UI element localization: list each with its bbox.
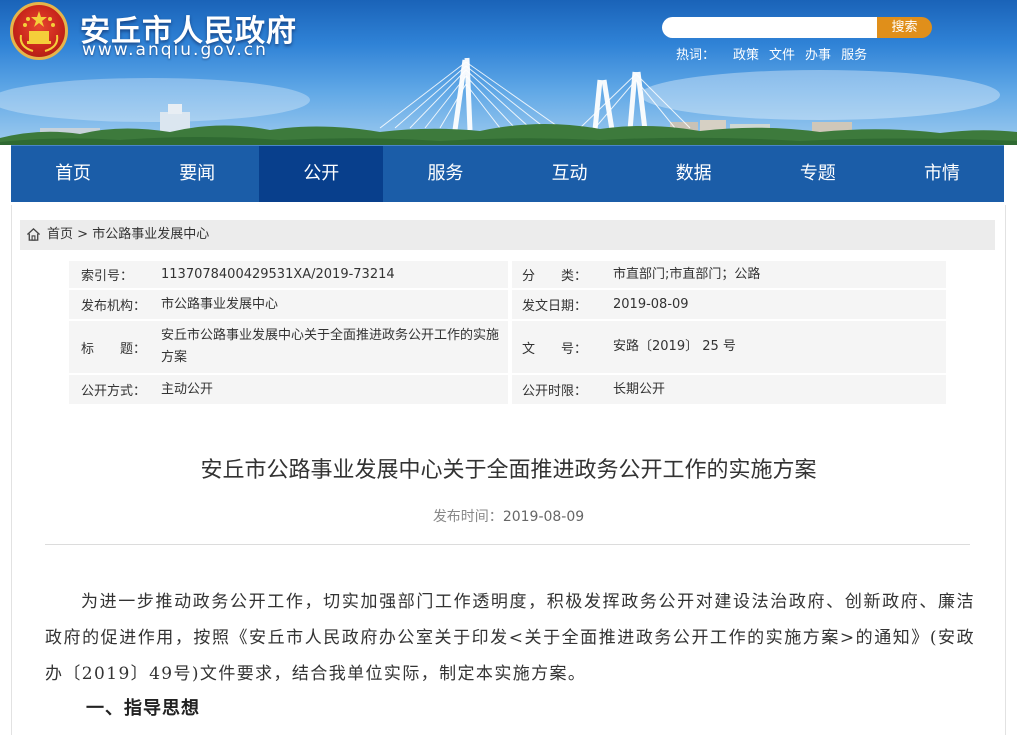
nav-item-disclosure[interactable]: 公开 xyxy=(259,146,384,202)
nav-item-news[interactable]: 要闻 xyxy=(135,146,259,202)
breadcrumb-separator: > xyxy=(77,227,89,242)
meta-label: 公开方式： xyxy=(69,375,151,406)
meta-period-value: 长期公开 xyxy=(603,375,946,406)
hot-words-label: 热词： xyxy=(676,48,716,63)
national-emblem-icon xyxy=(10,2,68,60)
meta-label: 公开时限： xyxy=(512,375,603,406)
hot-word-link[interactable]: 文件 xyxy=(769,48,795,63)
meta-title-value: 安丘市公路事业发展中心关于全面推进政务公开工作的实施方案 xyxy=(151,321,508,375)
site-header: 安丘市人民政府 www.anqiu.gov.cn 搜索 热词： 政策 文件 办事 服务 xyxy=(0,0,1017,145)
meta-label: 发文日期： xyxy=(512,290,603,321)
nav-item-city-info[interactable]: 市情 xyxy=(880,146,1004,202)
meta-category-value: 市直部门;市直部门；公路 xyxy=(603,261,946,290)
publish-time: 发布时间：2019-08-09 xyxy=(0,506,1017,526)
publish-time-value: 2019-08-09 xyxy=(502,509,585,525)
divider xyxy=(45,544,970,545)
publish-time-label: 发布时间： xyxy=(432,509,503,525)
hot-word-link[interactable]: 服务 xyxy=(841,48,867,63)
breadcrumb: 首页 > 市公路事业发展中心 xyxy=(20,220,995,250)
search-button[interactable]: 搜索 xyxy=(877,17,932,38)
meta-label: 索引号： xyxy=(69,261,151,290)
meta-label: 标 题： xyxy=(69,321,151,375)
meta-mode-value: 主动公开 xyxy=(151,375,508,406)
meta-date-value: 2019-08-09 xyxy=(603,290,946,321)
meta-label: 分 类： xyxy=(512,261,603,290)
nav-item-interaction[interactable]: 互动 xyxy=(508,146,632,202)
article-paragraph: 为进一步推动政务公开工作，切实加强部门工作透明度，积极发挥政务公开对建设法治政府… xyxy=(45,592,975,684)
nav-item-topics[interactable]: 专题 xyxy=(756,146,880,202)
hot-words: 热词： 政策 文件 办事 服务 xyxy=(676,44,877,63)
meta-label: 发布机构： xyxy=(69,290,151,321)
nav-item-data[interactable]: 数据 xyxy=(632,146,756,202)
search-input[interactable] xyxy=(662,17,877,38)
home-icon xyxy=(26,227,41,241)
meta-row: 公开方式： 主动公开 公开时限： 长期公开 xyxy=(69,375,946,406)
document-meta-table: 索引号： 1137078400429531XA/2019-73214 分 类： … xyxy=(69,261,946,406)
nav-item-services[interactable]: 服务 xyxy=(383,146,507,202)
meta-row: 标 题： 安丘市公路事业发展中心关于全面推进政务公开工作的实施方案 文 号： 安… xyxy=(69,321,946,375)
meta-row: 索引号： 1137078400429531XA/2019-73214 分 类： … xyxy=(69,261,946,290)
breadcrumb-current-link[interactable]: 市公路事业发展中心 xyxy=(92,227,209,242)
meta-org-value: 市公路事业发展中心 xyxy=(151,290,508,321)
meta-row: 发布机构： 市公路事业发展中心 发文日期： 2019-08-09 xyxy=(69,290,946,321)
breadcrumb-home-link[interactable]: 首页 xyxy=(47,227,73,242)
meta-label: 文 号： xyxy=(512,321,603,375)
meta-docno-value: 安路〔2019〕 25 号 xyxy=(603,321,946,375)
nav-item-home[interactable]: 首页 xyxy=(11,146,135,202)
hot-word-link[interactable]: 办事 xyxy=(805,48,831,63)
section-heading: 一、指导思想 xyxy=(86,698,200,719)
meta-index-value: 1137078400429531XA/2019-73214 xyxy=(151,261,508,290)
site-url: www.anqiu.gov.cn xyxy=(82,40,268,60)
main-nav: 首页 要闻 公开 服务 互动 数据 专题 市情 xyxy=(11,145,1004,202)
article-title: 安丘市公路事业发展中心关于全面推进政务公开工作的实施方案 xyxy=(200,458,817,483)
hot-word-link[interactable]: 政策 xyxy=(733,48,759,63)
